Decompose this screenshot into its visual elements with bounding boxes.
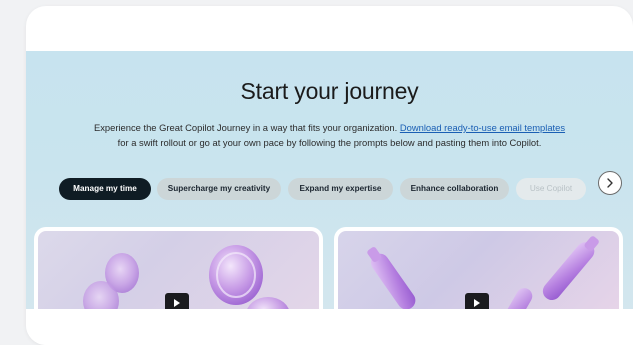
- page-title: Start your journey: [240, 78, 419, 104]
- hero-description: Experience the Great Copilot Journey in …: [26, 120, 633, 150]
- tab-supercharge-my-creativity[interactable]: Supercharge my creativity: [157, 178, 281, 200]
- description-text-line2: for a swift rollout or go at your own pa…: [117, 137, 542, 148]
- tab-manage-my-time[interactable]: Manage my time: [59, 178, 151, 200]
- email-templates-link[interactable]: Download ready-to-use email templates: [400, 122, 565, 133]
- journey-card: Start your journey Experience the Great …: [26, 6, 633, 345]
- play-icon[interactable]: [465, 293, 489, 309]
- chevron-right-icon: [607, 178, 613, 188]
- journey-tile-creativity[interactable]: [334, 227, 623, 309]
- tab-enhance-collaboration[interactable]: Enhance collaboration: [400, 178, 509, 200]
- journey-tabs: Manage my time Supercharge my creativity…: [59, 178, 619, 200]
- description-text: Experience the Great Copilot Journey in …: [93, 122, 398, 133]
- journey-tile-manage-time[interactable]: [34, 227, 323, 309]
- tab-use-copilot[interactable]: Use Copilot: [516, 178, 586, 200]
- card-footer: [26, 309, 633, 345]
- play-icon[interactable]: [165, 293, 189, 309]
- tab-expand-my-expertise[interactable]: Expand my expertise: [288, 178, 393, 200]
- journey-hero: Start your journey Experience the Great …: [26, 51, 633, 309]
- tabs-next-button[interactable]: [598, 171, 622, 195]
